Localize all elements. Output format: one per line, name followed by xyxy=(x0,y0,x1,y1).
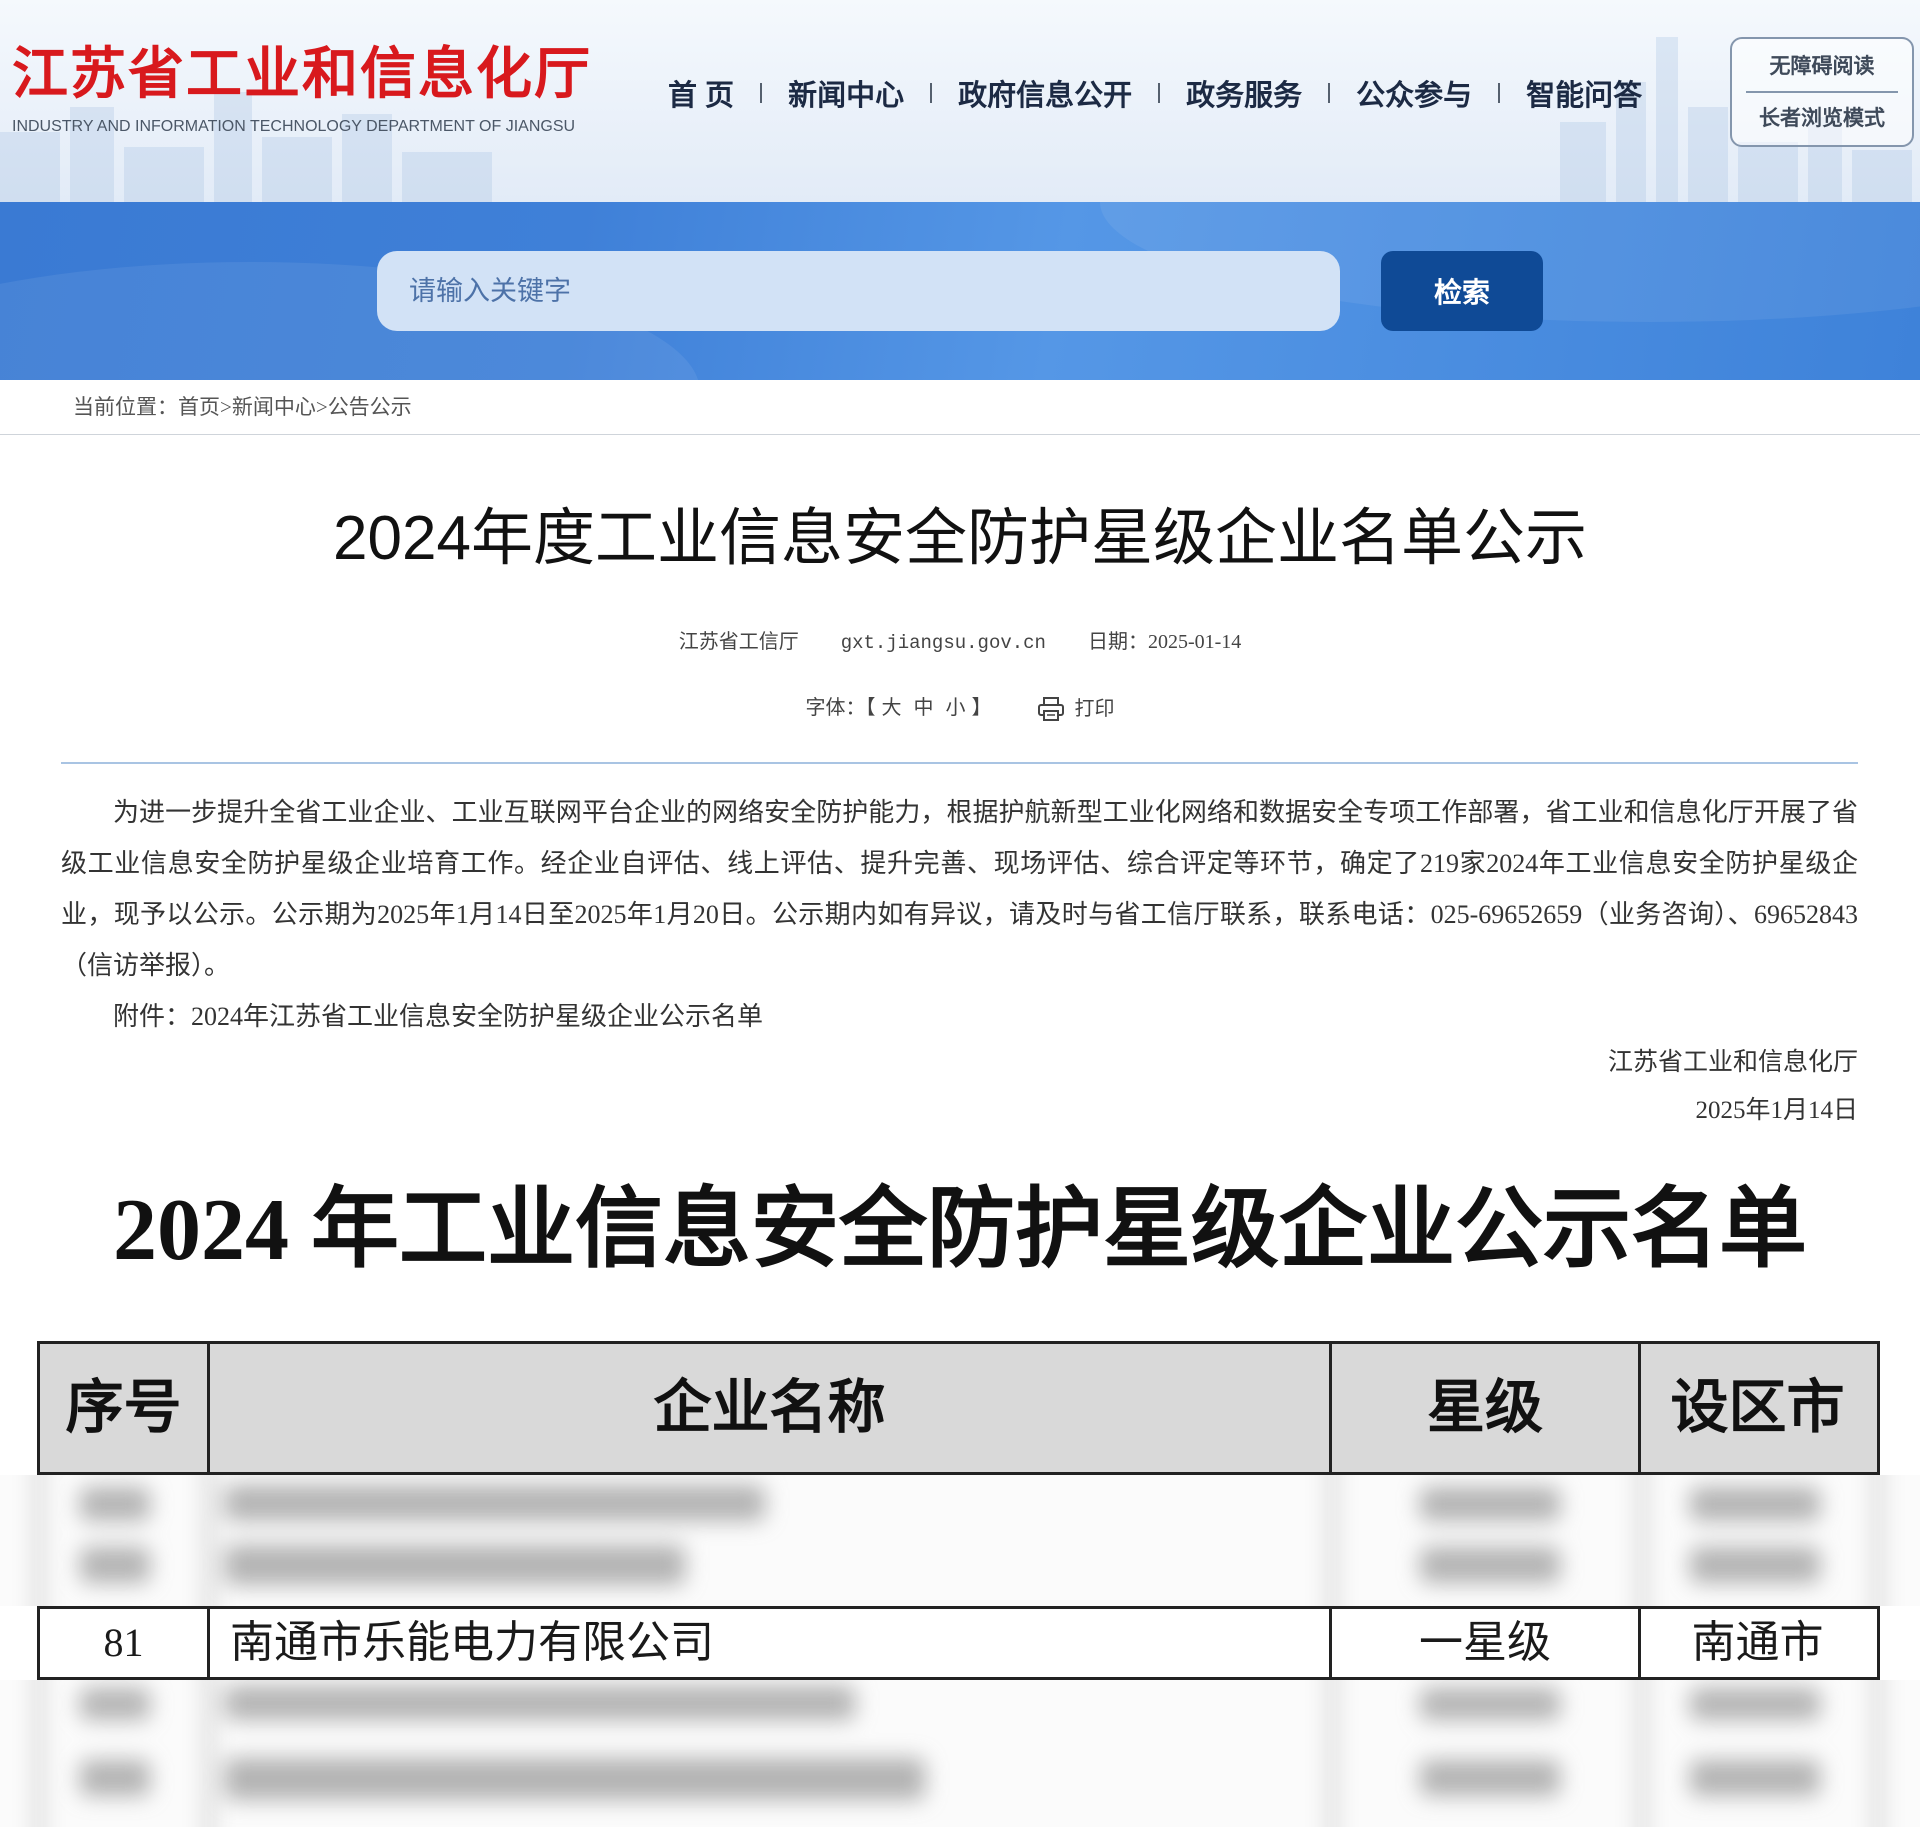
accessible-reading-button[interactable]: 无障碍阅读 xyxy=(1732,49,1912,85)
signature-org: 江苏省工业和信息化厅 xyxy=(1607,1049,1858,1076)
nav-gov-services[interactable]: 政务服务 xyxy=(1186,72,1302,114)
font-size-label: 字体： xyxy=(805,697,866,719)
search-button[interactable]: 检索 xyxy=(1381,251,1543,331)
table-header-row: 序号 企业名称 星级 设区市 xyxy=(37,1341,1880,1475)
nav-smart-qa[interactable]: 智能问答 xyxy=(1526,72,1642,114)
cell-no: 81 xyxy=(40,1609,210,1677)
article-site: gxt.jiangsu.gov.cn xyxy=(840,632,1046,654)
article-date-label: 日期： xyxy=(1087,631,1148,653)
blurred-rows-top xyxy=(0,1475,1920,1606)
article-source: 江苏省工信厅 xyxy=(678,631,799,653)
main-nav: 首 页 新闻中心 政府信息公开 政务服务 公众参与 智能问答 xyxy=(668,70,1642,116)
bracket-close: 】 xyxy=(971,697,992,719)
article-body: 为进一步提升全省工业企业、工业互联网平台企业的网络安全防护能力，根据护航新型工业… xyxy=(61,787,1858,1042)
attachment-label: 附件： xyxy=(113,1002,192,1031)
nav-separator xyxy=(930,83,933,103)
article-signature: 江苏省工业和信息化厅 2025年1月14日 xyxy=(61,1039,1858,1135)
article-tools: 字体：【大中小】 打印 xyxy=(0,691,1920,726)
article-divider xyxy=(61,762,1858,764)
nav-separator xyxy=(1498,83,1501,103)
nav-separator xyxy=(1328,83,1331,103)
breadcrumb: 当前位置：首页>新闻中心>公告公示 xyxy=(73,380,412,435)
bracket-open: 【 xyxy=(865,697,876,719)
breadcrumb-bar: 当前位置：首页>新闻中心>公告公示 xyxy=(0,380,1920,435)
nav-home[interactable]: 首 页 xyxy=(668,72,734,114)
blurred-rows-bottom xyxy=(0,1680,1920,1827)
article-date-wrap: 日期：2025-01-14 xyxy=(1088,631,1241,653)
accessibility-divider xyxy=(1746,91,1898,93)
font-size-small[interactable]: 小 xyxy=(946,697,966,719)
table-row: 81 南通市乐能电力有限公司 一星级 南通市 xyxy=(37,1606,1880,1680)
accessibility-box: 无障碍阅读 长者浏览模式 xyxy=(1730,37,1914,147)
cell-star-level: 一星级 xyxy=(1332,1609,1641,1677)
attachment-line: 附件：2024年江苏省工业信息安全防护星级企业公示名单 xyxy=(61,991,1858,1042)
nav-separator xyxy=(760,83,763,103)
breadcrumb-news-center[interactable]: 新闻中心 xyxy=(232,395,316,419)
column-header-city: 设区市 xyxy=(1670,1375,1845,1440)
attachment-link[interactable]: 2024年江苏省工业信息安全防护星级企业公示名单 xyxy=(191,1002,763,1031)
cell-company: 南通市乐能电力有限公司 xyxy=(210,1609,1332,1677)
document-title: 2024 年工业信息安全防护星级企业公示名单 xyxy=(112,1182,1807,1279)
elder-mode-button[interactable]: 长者浏览模式 xyxy=(1732,101,1912,137)
search-input[interactable] xyxy=(377,251,1340,331)
print-label: 打印 xyxy=(1074,698,1115,721)
article-title: 2024年度工业信息安全防护星级企业名单公示 xyxy=(333,504,1587,573)
breadcrumb-announcements[interactable]: 公告公示 xyxy=(328,395,412,419)
breadcrumb-home[interactable]: 首页 xyxy=(178,395,220,419)
signature-date: 2025年1月14日 xyxy=(1695,1097,1858,1124)
printer-icon xyxy=(1037,697,1064,722)
article-meta: 江苏省工信厅 gxt.jiangsu.gov.cn 日期：2025-01-14 xyxy=(0,625,1920,660)
breadcrumb-label: 当前位置： xyxy=(73,395,178,419)
print-button[interactable]: 打印 xyxy=(1037,692,1115,726)
site-logo-title[interactable]: 江苏省工业和信息化厅 xyxy=(12,40,592,110)
breadcrumb-separator: > xyxy=(315,395,328,419)
font-size-large[interactable]: 大 xyxy=(882,697,902,719)
column-header-star-level: 星级 xyxy=(1332,1344,1641,1472)
nav-separator xyxy=(1158,83,1161,103)
cell-city: 南通市 xyxy=(1691,1618,1824,1667)
nav-public-participation[interactable]: 公众参与 xyxy=(1356,72,1472,114)
nav-gov-info[interactable]: 政府信息公开 xyxy=(958,72,1132,114)
column-header-company: 企业名称 xyxy=(210,1344,1332,1472)
column-header-no: 序号 xyxy=(40,1344,210,1472)
article-paragraph: 为进一步提升全省工业企业、工业互联网平台企业的网络安全防护能力，根据护航新型工业… xyxy=(61,798,1858,980)
font-size-medium[interactable]: 中 xyxy=(914,697,934,719)
nav-news-center[interactable]: 新闻中心 xyxy=(788,72,904,114)
breadcrumb-separator: > xyxy=(220,395,232,419)
site-logo-subtitle: INDUSTRY AND INFORMATION TECHNOLOGY DEPA… xyxy=(12,118,576,135)
article-date: 2025-01-14 xyxy=(1147,631,1242,653)
